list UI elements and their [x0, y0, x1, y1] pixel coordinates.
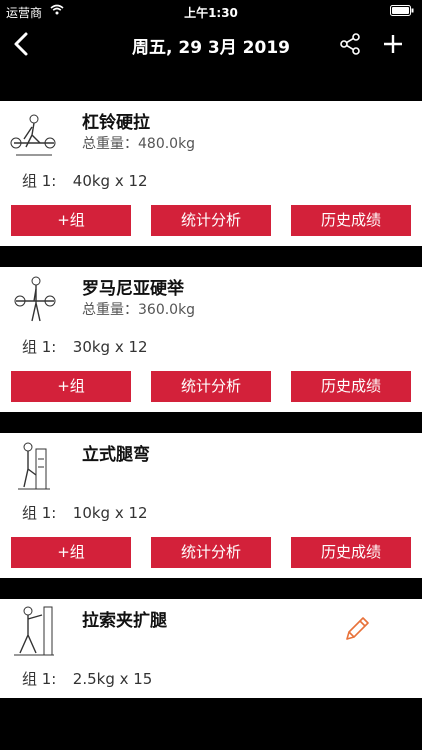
stats-button[interactable]: 统计分析: [151, 537, 271, 568]
status-time: 上午1:30: [184, 6, 238, 20]
set-label: 组 1:: [22, 504, 57, 522]
stats-button[interactable]: 统计分析: [151, 371, 271, 402]
romanian-deadlift-icon: [14, 276, 56, 322]
set-value: 10kg x 12: [72, 504, 148, 522]
total-weight: 总重量：480.0kg: [82, 136, 196, 152]
exercise-name[interactable]: 立式腿弯: [82, 440, 150, 465]
set-row[interactable]: 组 1: 2.5kg x 15: [22, 668, 152, 689]
add-set-button[interactable]: +组: [11, 537, 131, 568]
total-weight: 总重量：360.0kg: [82, 302, 196, 318]
exercise-name[interactable]: 拉索夹扩腿: [82, 606, 167, 631]
action-buttons: +组 统计分析 历史成绩: [11, 537, 412, 568]
exercise-card: 拉索夹扩腿 组 1: 2.5kg x 15: [0, 599, 422, 698]
set-value: 40kg x 12: [72, 172, 148, 190]
action-buttons: +组 统计分析 历史成绩: [11, 205, 412, 236]
history-button[interactable]: 历史成绩: [291, 371, 411, 402]
exercise-name[interactable]: 罗马尼亚硬举: [82, 274, 184, 299]
exercise-name[interactable]: 杠铃硬拉: [82, 108, 150, 133]
set-label: 组 1:: [22, 172, 57, 190]
set-value: 30kg x 12: [72, 338, 148, 356]
barbell-deadlift-icon: [10, 114, 56, 156]
set-row[interactable]: 组 1: 30kg x 12: [22, 336, 148, 357]
plus-icon[interactable]: [380, 31, 406, 57]
exercise-card: 立式腿弯 组 1: 10kg x 12 +组 统计分析 历史成绩: [0, 433, 422, 578]
share-icon[interactable]: [338, 32, 362, 56]
battery-icon: [390, 5, 414, 16]
exercise-card: 杠铃硬拉 总重量：480.0kg 组 1: 40kg x 12 +组 统计分析 …: [0, 101, 422, 246]
set-row[interactable]: 组 1: 10kg x 12: [22, 502, 148, 523]
action-buttons: +组 统计分析 历史成绩: [11, 371, 412, 402]
add-set-button[interactable]: +组: [11, 205, 131, 236]
history-button[interactable]: 历史成绩: [291, 537, 411, 568]
history-button[interactable]: 历史成绩: [291, 205, 411, 236]
standing-leg-curl-icon: [18, 442, 50, 490]
set-value: 2.5kg x 15: [72, 670, 153, 688]
status-bar: 运营商 上午1:30: [0, 0, 422, 22]
set-label: 组 1:: [22, 338, 57, 356]
nav-bar: 周五, 29 3月 2019: [0, 22, 422, 66]
stats-button[interactable]: 统计分析: [151, 205, 271, 236]
pencil-icon[interactable]: [342, 614, 372, 644]
set-label: 组 1:: [22, 670, 57, 688]
exercise-card: 罗马尼亚硬举 总重量：360.0kg 组 1: 30kg x 12 +组 统计分…: [0, 267, 422, 412]
add-set-button[interactable]: +组: [11, 371, 131, 402]
cable-hip-abduction-icon: [14, 606, 54, 656]
set-row[interactable]: 组 1: 40kg x 12: [22, 170, 148, 191]
